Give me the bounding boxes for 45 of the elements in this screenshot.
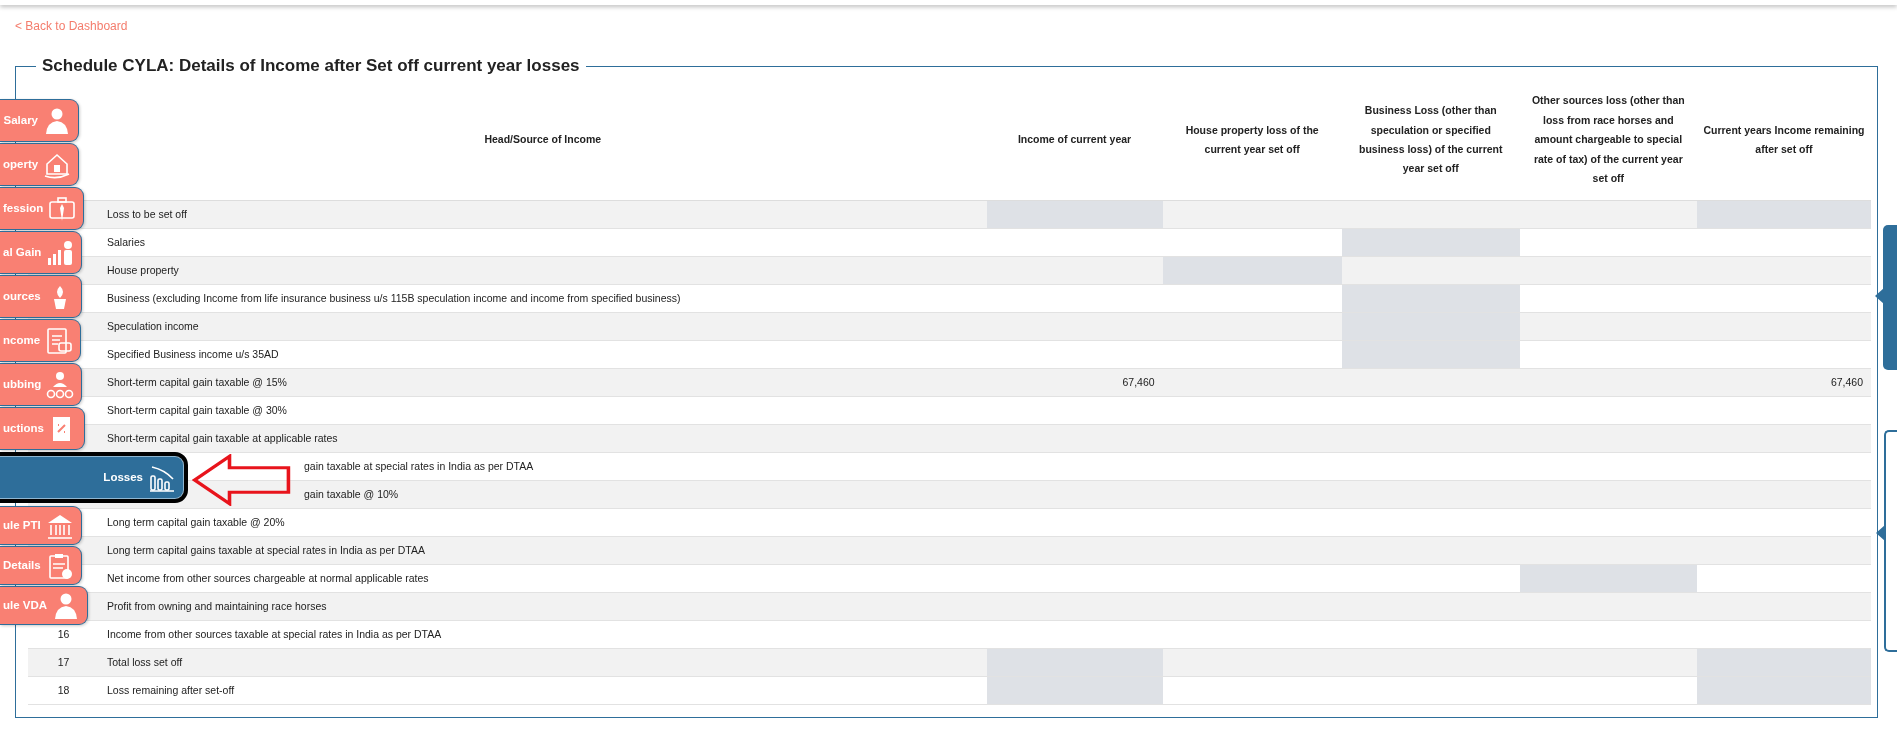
column-header: Other sources loss (other than loss from race horses and amount chargeable to special rate of tax) of the current year set off — [1519, 79, 1697, 201]
table-cell: House property — [99, 256, 987, 285]
row-number: 17 — [28, 648, 100, 677]
sidebar-tab[interactable]: ule PTI — [0, 506, 82, 545]
column-header: Current years Income remaining after set off — [1696, 79, 1871, 201]
table-cell: Loss to be set off — [99, 200, 987, 229]
column-header: Business Loss (other than speculation or specified business loss) of the current year set off — [1341, 79, 1520, 201]
sidebar-tab[interactable]: Salary — [0, 99, 79, 142]
table-cell: Net income from other sources chargeable at normal applicable rates — [99, 564, 987, 593]
table-cell: Salaries — [99, 228, 987, 257]
column-header: Head/Source of Income — [99, 79, 987, 201]
back-link[interactable]: < Back to Dashboard — [15, 17, 128, 35]
side-tab[interactable] — [1884, 430, 1897, 652]
sidebar-tab[interactable]: ule VDA — [0, 586, 89, 625]
sidebar-tab[interactable]: fession — [0, 187, 85, 230]
column-header: Income of current year — [986, 79, 1163, 201]
table-cell: Business (excluding Income from life insurance business u/s 115B speculation income and income from specified business) — [99, 284, 987, 313]
sidebar-tab[interactable]: ncome — [0, 319, 82, 362]
sidebar-tab[interactable]: ources — [0, 275, 82, 318]
table-cell: Specified Business income u/s 35AD — [99, 340, 987, 369]
table-cell: Short-term capital gain taxable at applicable rates — [99, 424, 987, 453]
table-cell: 67,460 — [1696, 368, 1871, 397]
table-cell: Long term capital gains taxable at special rates in India as per DTAA — [99, 536, 987, 565]
table-cell: Short-term capital gain taxable @ 15% — [99, 368, 987, 397]
table-cell: 67,460 — [986, 368, 1163, 397]
table-cell: Profit from owning and maintaining race horses — [99, 592, 987, 621]
sidebar-tab[interactable]: uctions — [0, 407, 85, 450]
arrow-icon — [192, 454, 292, 506]
section-title: Schedule CYLA: Details of Income after Set off current year losses — [41, 57, 581, 76]
sidebar-tab[interactable]: al Gain — [0, 231, 83, 274]
column-header: House property loss of the current year set off — [1162, 79, 1342, 201]
caret-icon — [1875, 288, 1884, 304]
table-cell: Income from other sources taxable at special rates in India as per DTAA — [99, 620, 987, 649]
people-icon — [45, 369, 76, 400]
sidebar-tab[interactable]: operty — [0, 143, 80, 186]
table-cell: Short-term capital gain taxable @ 30% — [99, 396, 987, 425]
row-number: 18 — [28, 676, 100, 705]
sidebar-tab[interactable]: Details — [0, 546, 82, 585]
document-icon — [44, 325, 75, 356]
table-cell: Speculation income — [99, 312, 987, 341]
caret-icon — [1876, 525, 1885, 541]
sidebar-tab[interactable]: ubbing — [0, 363, 83, 406]
table-cell: Total loss set off — [99, 648, 987, 677]
table-cell: Loss remaining after set-off — [99, 676, 987, 705]
table-cell: Long term capital gain taxable @ 20% — [99, 508, 987, 537]
